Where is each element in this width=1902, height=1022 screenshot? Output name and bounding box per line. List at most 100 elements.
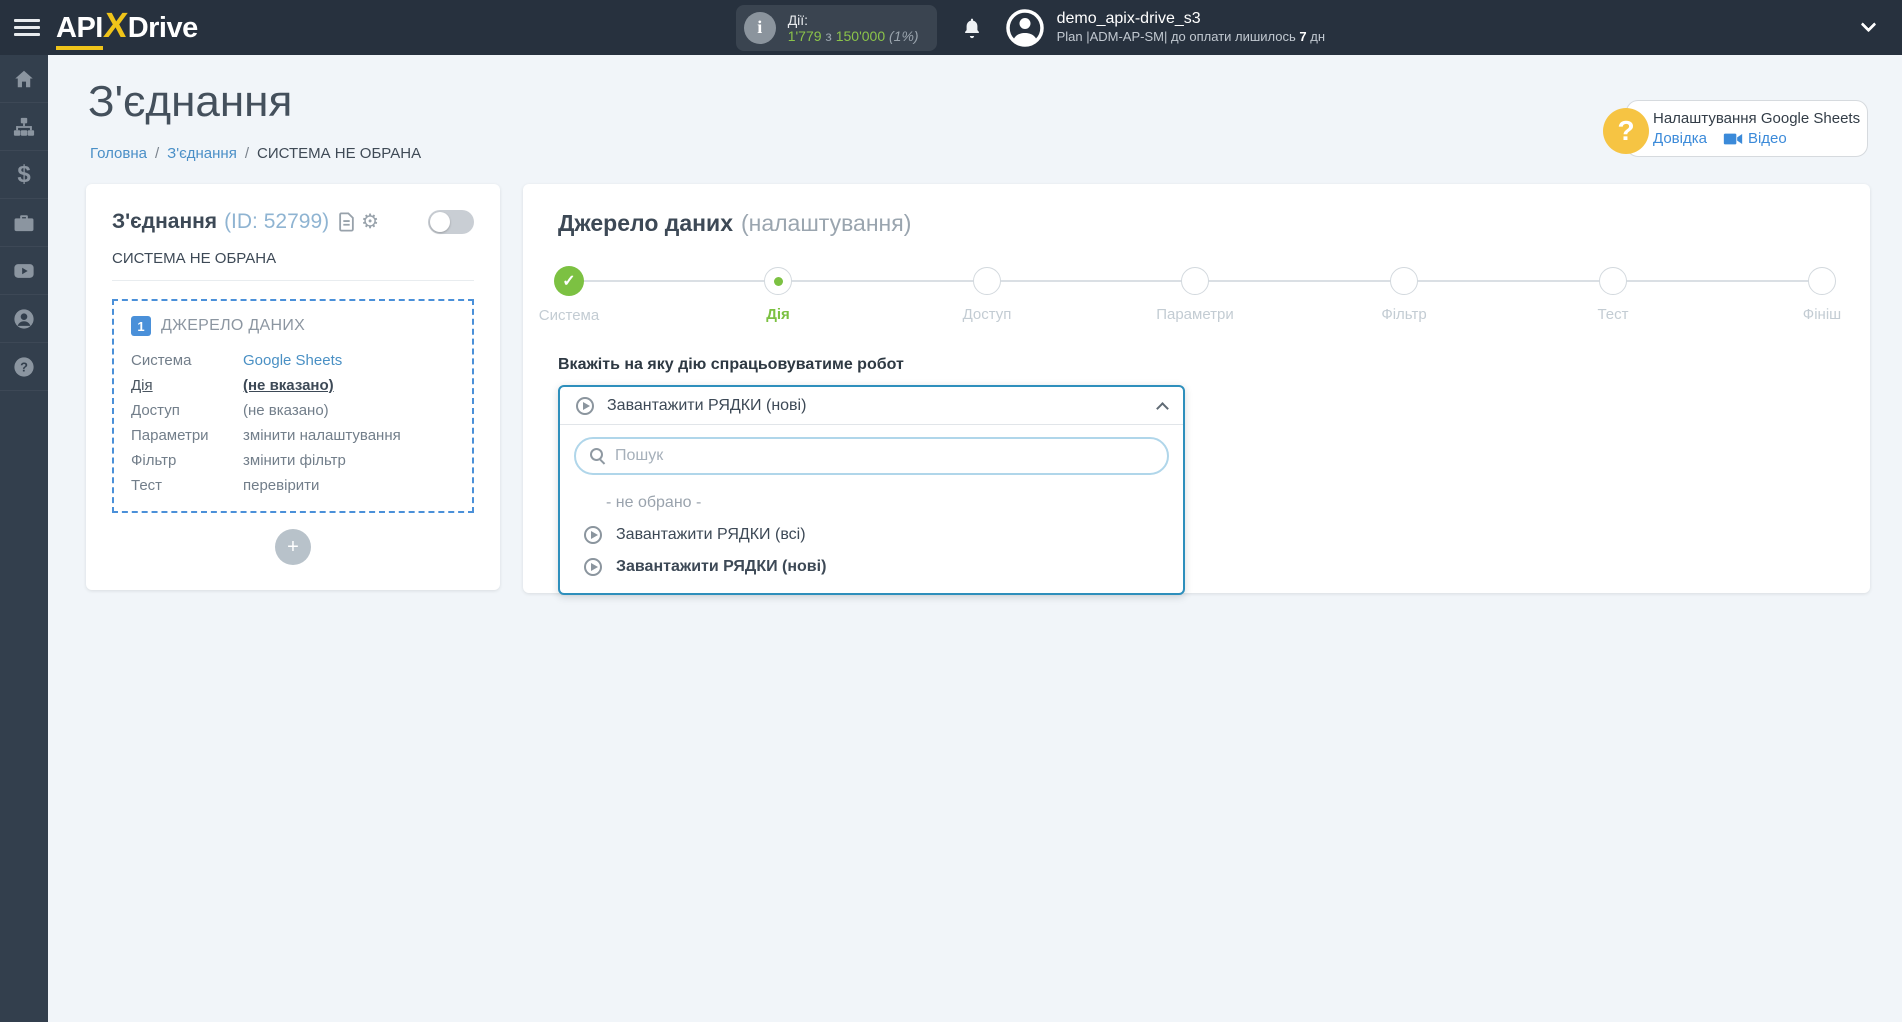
breadcrumb-home[interactable]: Головна (90, 145, 147, 162)
step-parameters[interactable]: ✓ Параметри (1120, 266, 1270, 323)
connection-status: СИСТЕМА НЕ ОБРАНА (112, 250, 474, 281)
breadcrumb-connections[interactable]: З'єднання (167, 145, 237, 162)
step-test[interactable]: ✓ Тест (1538, 266, 1688, 323)
sidebar-item-billing[interactable]: $ (0, 151, 48, 199)
option-load-rows-all[interactable]: Завантажити РЯДКИ (всі) (574, 519, 1169, 551)
action-select-value-row[interactable]: Завантажити РЯДКИ (нові) (560, 387, 1183, 425)
step-filter[interactable]: ✓ Фільтр (1329, 266, 1479, 323)
page-title: З'єднання (88, 77, 292, 127)
breadcrumb-separator: / (155, 145, 159, 162)
step-circle-active: ✓ (764, 267, 792, 295)
actions-label: Дії: (788, 12, 919, 28)
info-icon: i (744, 12, 776, 44)
step-access[interactable]: ✓ Доступ (912, 266, 1062, 323)
sidebar-item-home[interactable] (0, 55, 48, 103)
notifications-icon[interactable] (961, 16, 983, 40)
logo-part-api: API (56, 12, 103, 50)
app-logo[interactable]: APIXDrive (56, 6, 198, 50)
home-icon (13, 68, 35, 90)
step-action[interactable]: ✓ Дія (703, 266, 853, 323)
help-title: Налаштування Google Sheets (1653, 110, 1853, 127)
connection-toggle[interactable] (428, 210, 474, 234)
actions-counter[interactable]: i Дії: 1'779 з 150'000 (1%) (736, 5, 937, 51)
days-left: 7 (1299, 29, 1306, 44)
panel-subtitle: (налаштування) (741, 210, 911, 237)
step-circle-done: ✓ (554, 266, 584, 296)
user-icon (13, 308, 35, 330)
sidebar-item-profile[interactable] (0, 295, 48, 343)
sidebar-item-videos[interactable] (0, 247, 48, 295)
row-parameters: Параметри змінити налаштування (131, 423, 455, 448)
dollar-icon: $ (17, 161, 30, 189)
sitemap-icon (13, 116, 35, 138)
help-box: ? Налаштування Google Sheets Довідка Від… (1626, 100, 1868, 157)
sidebar-item-services[interactable] (0, 199, 48, 247)
play-icon (584, 526, 602, 544)
action-question-label: Вкажіть на яку дію спрацьовуватиме робот (558, 356, 904, 374)
help-docs-link[interactable]: Довідка (1653, 130, 1707, 147)
user-plan: Plan |ADM-AP-SM| до оплати лишилось 7 дн (1057, 28, 1325, 46)
play-icon (584, 558, 602, 576)
step-progress: ✓ Система ✓ Дія ✓ Доступ ✓ Параметри ✓ Ф… (558, 266, 1848, 336)
sidebar-item-connections[interactable] (0, 103, 48, 151)
option-load-rows-new[interactable]: Завантажити РЯДКИ (нові) (574, 551, 1169, 583)
step-circle: ✓ (1599, 267, 1627, 295)
selected-action: Завантажити РЯДКИ (нові) (607, 397, 806, 415)
row-filter: Фільтр змінити фільтр (131, 448, 455, 473)
action-select: Завантажити РЯДКИ (нові) - не обрано - З… (558, 385, 1185, 595)
connection-title: З'єднання (112, 210, 217, 234)
briefcase-icon (13, 212, 35, 234)
connection-card: З'єднання (ID: 52799) ⚙ СИСТЕМА НЕ ОБРАН… (86, 184, 500, 590)
actions-percent: (1%) (889, 28, 919, 44)
actions-total: 150'000 (836, 28, 885, 44)
user-menu[interactable]: demo_apix-drive_s3 Plan |ADM-AP-SM| до о… (1057, 10, 1325, 46)
logo-part-drive: Drive (128, 12, 198, 45)
toggle-knob (430, 212, 450, 232)
actions-usage: 1'779 з 150'000 (1%) (788, 28, 919, 44)
help-icon: ? (13, 356, 35, 378)
step-circle: ✓ (1808, 267, 1836, 295)
help-video-link[interactable]: Відео (1748, 130, 1787, 147)
search-input[interactable] (615, 447, 1153, 465)
chevron-up-icon (1156, 402, 1169, 415)
step-circle: ✓ (1181, 267, 1209, 295)
panel-title: Джерело даних (558, 210, 733, 237)
gear-icon[interactable]: ⚙ (361, 212, 379, 232)
data-source-block[interactable]: 1 ДЖЕРЕЛО ДАНИХ Система Google Sheets Ді… (112, 299, 474, 513)
video-icon (13, 260, 35, 282)
sidebar-item-help[interactable]: ? (0, 343, 48, 391)
row-access: Доступ (не вказано) (131, 398, 455, 423)
svg-text:?: ? (20, 359, 28, 374)
step-finish[interactable]: ✓ Фініш (1747, 266, 1897, 323)
step-system[interactable]: ✓ Система (494, 266, 644, 324)
avatar[interactable] (1005, 8, 1045, 48)
row-system: Система Google Sheets (131, 348, 455, 373)
dropdown-search[interactable] (574, 437, 1169, 475)
row-action: Дія (не вказано) (131, 373, 455, 398)
content-area: З'єднання Головна / З'єднання / СИСТЕМА … (48, 55, 1902, 1022)
connection-id: (ID: 52799) (224, 210, 329, 234)
play-icon (576, 397, 594, 415)
check-icon: ✓ (562, 271, 575, 291)
step-circle: ✓ (973, 267, 1001, 295)
add-step-button[interactable]: + (275, 529, 311, 565)
sidebar: $ ? (0, 55, 48, 1022)
document-icon[interactable] (338, 212, 355, 232)
logo-part-x: X (102, 6, 129, 46)
chevron-down-icon[interactable] (1861, 17, 1877, 33)
breadcrumb: Головна / З'єднання / СИСТЕМА НЕ ОБРАНА (90, 145, 421, 162)
row-test: Тест перевірити (131, 473, 455, 498)
step-circle: ✓ (1390, 267, 1418, 295)
actions-used: 1'779 (788, 28, 822, 44)
search-icon (590, 448, 606, 464)
active-dot (774, 277, 783, 286)
question-icon[interactable]: ? (1603, 108, 1649, 154)
data-source-panel: Джерело даних (налаштування) ✓ Система ✓… (523, 184, 1870, 593)
action-dropdown: - не обрано - Завантажити РЯДКИ (всі) За… (560, 425, 1183, 593)
menu-icon[interactable] (14, 15, 40, 40)
option-not-selected[interactable]: - не обрано - (574, 487, 1169, 519)
actions-connector: з (825, 28, 831, 44)
breadcrumb-current: СИСТЕМА НЕ ОБРАНА (257, 145, 421, 162)
user-name: demo_apix-drive_s3 (1057, 10, 1325, 28)
options-list: - не обрано - Завантажити РЯДКИ (всі) За… (574, 487, 1169, 583)
